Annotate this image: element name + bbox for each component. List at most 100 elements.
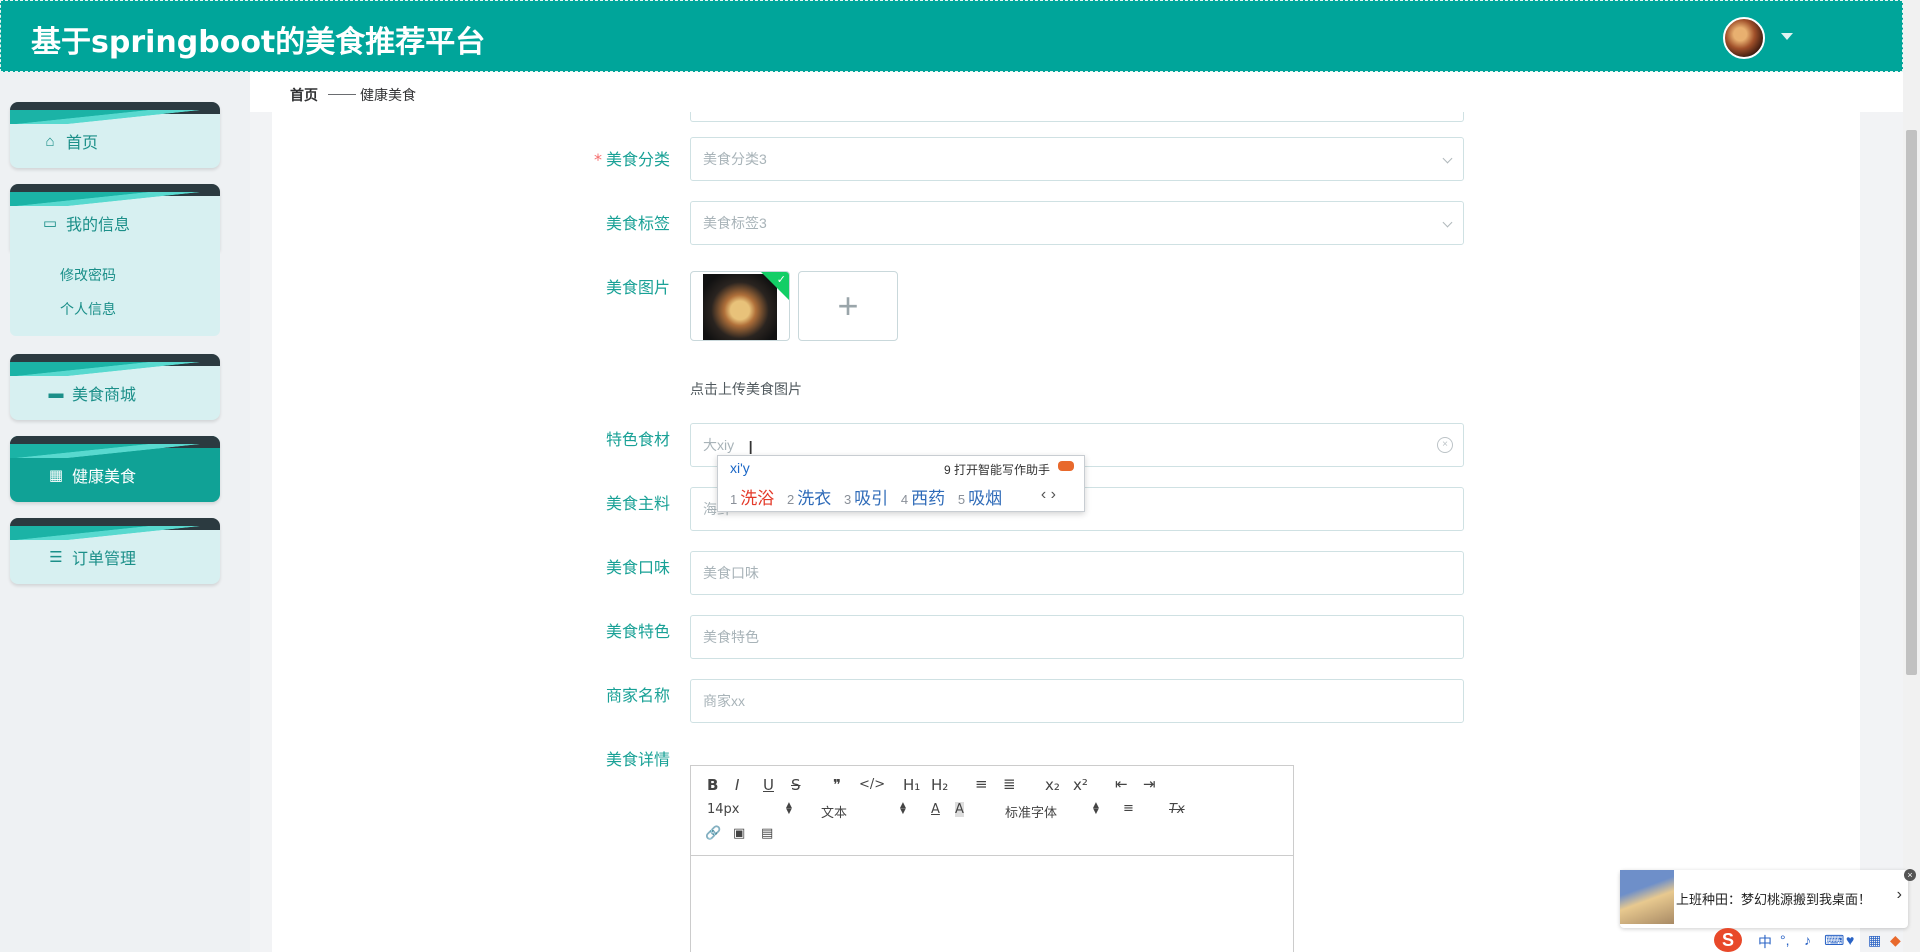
sidebar-item-orders[interactable]: ☰ 订单管理 [10, 518, 220, 584]
category-select[interactable]: 美食分类3 [690, 137, 1464, 181]
breadcrumb-current: 健康美食 [360, 87, 416, 103]
image-label: 美食图片 [605, 278, 670, 297]
sidebar-item-label: 首页 [66, 135, 99, 152]
home-icon: ⌂ [45, 132, 55, 150]
ime-assistant-icon [1058, 461, 1074, 471]
uploaded-image-thumbnail[interactable]: ✓ [690, 271, 790, 341]
check-icon: ✓ [776, 274, 786, 286]
align-button[interactable]: ≡ [1123, 801, 1134, 816]
video-button[interactable]: ▤ [761, 826, 773, 841]
image-button[interactable]: ▣ [733, 826, 745, 841]
rich-text-editor[interactable]: B I U S ❞ </> H₁ H₂ ≡ ≣ x₂ x² ⇤ ⇥ 14px ▲… [690, 765, 1294, 952]
taste-input[interactable]: 美食口味 [690, 551, 1464, 595]
chevron-down-icon [1442, 153, 1453, 164]
plus-icon: + [837, 285, 859, 326]
select-arrows-icon: ▲ ▼ [1091, 800, 1101, 817]
blockquote-button[interactable]: ❞ [833, 776, 841, 794]
h1-button[interactable]: H₁ [903, 776, 920, 794]
select-arrows-icon: ▲ ▼ [784, 800, 794, 817]
text-color-button[interactable]: A [931, 802, 940, 817]
ime-candidate[interactable]: 2 洗衣 [787, 484, 831, 509]
ime-candidate[interactable]: 3 吸引 [844, 484, 888, 509]
main-ingredient-label: 美食主料 [605, 494, 670, 513]
skin-icon[interactable]: ♥ [1846, 932, 1854, 948]
ime-candidate[interactable]: 5 吸烟 [958, 484, 1002, 509]
bullet-list-button[interactable]: ≣ [1003, 775, 1016, 793]
ime-candidate[interactable]: 1 洗浴 [730, 484, 774, 509]
card-icon: ▭ [42, 215, 58, 232]
taste-label: 美食口味 [605, 558, 670, 577]
sidebar-item-label: 美食商城 [72, 387, 137, 404]
select-arrows-icon: ▲ ▼ [898, 800, 908, 817]
notification-text: 上班种田：梦幻桃源搬到我桌面！ [1676, 892, 1871, 907]
main-content: 首页 —— 健康美食 * 美食分类 美食分类3 美食标签 美食标签3 美食图片 ✓… [250, 72, 1903, 952]
breadcrumb-home[interactable]: 首页 [290, 85, 318, 105]
h2-button[interactable]: H₂ [931, 776, 948, 794]
assistant-icon[interactable]: ◆ [1890, 932, 1901, 949]
breadcrumb: 首页 —— 健康美食 [250, 72, 1903, 112]
notification-image [1620, 870, 1674, 924]
sidebar-item-my-info[interactable]: ▭ 我的信息 [10, 184, 220, 250]
superscript-button[interactable]: x² [1073, 776, 1088, 794]
user-avatar[interactable] [1723, 17, 1765, 59]
link-button[interactable]: 🔗 [705, 826, 721, 841]
sogou-ime-icon[interactable]: S [1714, 928, 1742, 952]
outdent-button[interactable]: ⇤ [1115, 775, 1128, 793]
editor-toolbar: B I U S ❞ </> H₁ H₂ ≡ ≣ x₂ x² ⇤ ⇥ 14px ▲… [691, 766, 1293, 856]
font-family-select[interactable]: 标准字体 [1005, 802, 1057, 821]
ime-tray: S 中 °, ♪ ⌨ ♥ ▦ ◆ [1710, 928, 1920, 952]
feature-input[interactable]: 美食特色 [690, 615, 1464, 659]
chevron-right-icon[interactable]: › [1897, 886, 1902, 904]
sidebar-item-label: 我的信息 [66, 217, 131, 234]
font-size-select[interactable]: 14px [707, 802, 740, 817]
chevron-down-icon [1442, 217, 1453, 228]
code-block-button[interactable]: </> [859, 777, 885, 792]
keyboard-icon[interactable]: ⌨ [1824, 932, 1844, 949]
ime-pager-icon[interactable]: ‹ › [1041, 486, 1056, 504]
breadcrumb-separator: —— [328, 85, 356, 101]
subscript-button[interactable]: x₂ [1045, 776, 1060, 794]
tag-label: 美食标签 [605, 214, 670, 233]
scrollbar-thumb[interactable] [1906, 130, 1917, 675]
close-icon[interactable]: × [1904, 869, 1916, 881]
ime-candidate[interactable]: 4 西药 [901, 484, 945, 509]
toolbox-icon[interactable]: ▦ [1868, 932, 1881, 949]
ime-assistant-tip[interactable]: 9 打开智能写作助手 [944, 461, 1050, 478]
list-icon: ☰ [49, 549, 63, 566]
ordered-list-button[interactable]: ≡ [975, 775, 988, 793]
microphone-icon[interactable]: ♪ [1804, 932, 1811, 948]
category-label: * 美食分类 [593, 150, 670, 169]
sidebar-item-label: 健康美食 [72, 469, 137, 486]
ime-mode-toggle[interactable]: 中 [1758, 932, 1772, 952]
ime-candidate-window: xi'y 9 打开智能写作助手 1 洗浴 2 洗衣 3 吸引 4 西药 5 吸烟 ‹ › [717, 455, 1085, 512]
upload-hint: 点击上传美食图片 [690, 381, 802, 397]
ime-composition: xi'y [730, 460, 750, 476]
merchant-input[interactable]: 商家xx [690, 679, 1464, 723]
clean-format-button[interactable]: Tx [1169, 802, 1185, 817]
merchant-label: 商家名称 [605, 686, 670, 705]
underline-button[interactable]: U [763, 776, 774, 794]
chevron-down-icon[interactable] [1781, 33, 1793, 40]
tag-select[interactable]: 美食标签3 [690, 201, 1464, 245]
sidebar-item-healthy-food[interactable]: ▦ 健康美食 [10, 436, 220, 502]
sidebar-item-food-mall[interactable]: ▬ 美食商城 [10, 354, 220, 420]
strike-button[interactable]: S [791, 776, 801, 794]
italic-button[interactable]: I [735, 776, 739, 794]
background-color-button[interactable]: A [955, 802, 964, 817]
indent-button[interactable]: ⇥ [1143, 775, 1156, 793]
app-header: 基于springboot的美食推荐平台 [0, 0, 1903, 72]
bold-button[interactable]: B [707, 776, 718, 794]
upload-image-button[interactable]: + [798, 271, 898, 341]
clear-icon[interactable]: × [1437, 437, 1453, 453]
ime-candidates: 1 洗浴 2 洗衣 3 吸引 4 西药 5 吸烟 [730, 484, 1010, 509]
submenu-item-profile[interactable]: 个人信息 [10, 292, 220, 326]
desktop-notification[interactable]: 上班种田：梦幻桃源搬到我桌面！ › [1620, 870, 1908, 928]
feature-label: 美食特色 [605, 622, 670, 641]
grid-icon: ▦ [48, 467, 64, 484]
submenu-item-change-password[interactable]: 修改密码 [10, 258, 220, 292]
punctuation-icon[interactable]: °, [1780, 932, 1790, 948]
block-format-select[interactable]: 文本 [821, 802, 847, 821]
sidebar: ⌂ 首页 ▭ 我的信息 修改密码 个人信息 ▬ 美食商城 ▦ 健康美食 ☰ 订单管理 [0, 72, 230, 952]
app-title: 基于springboot的美食推荐平台 [31, 25, 486, 60]
sidebar-item-home[interactable]: ⌂ 首页 [10, 102, 220, 168]
